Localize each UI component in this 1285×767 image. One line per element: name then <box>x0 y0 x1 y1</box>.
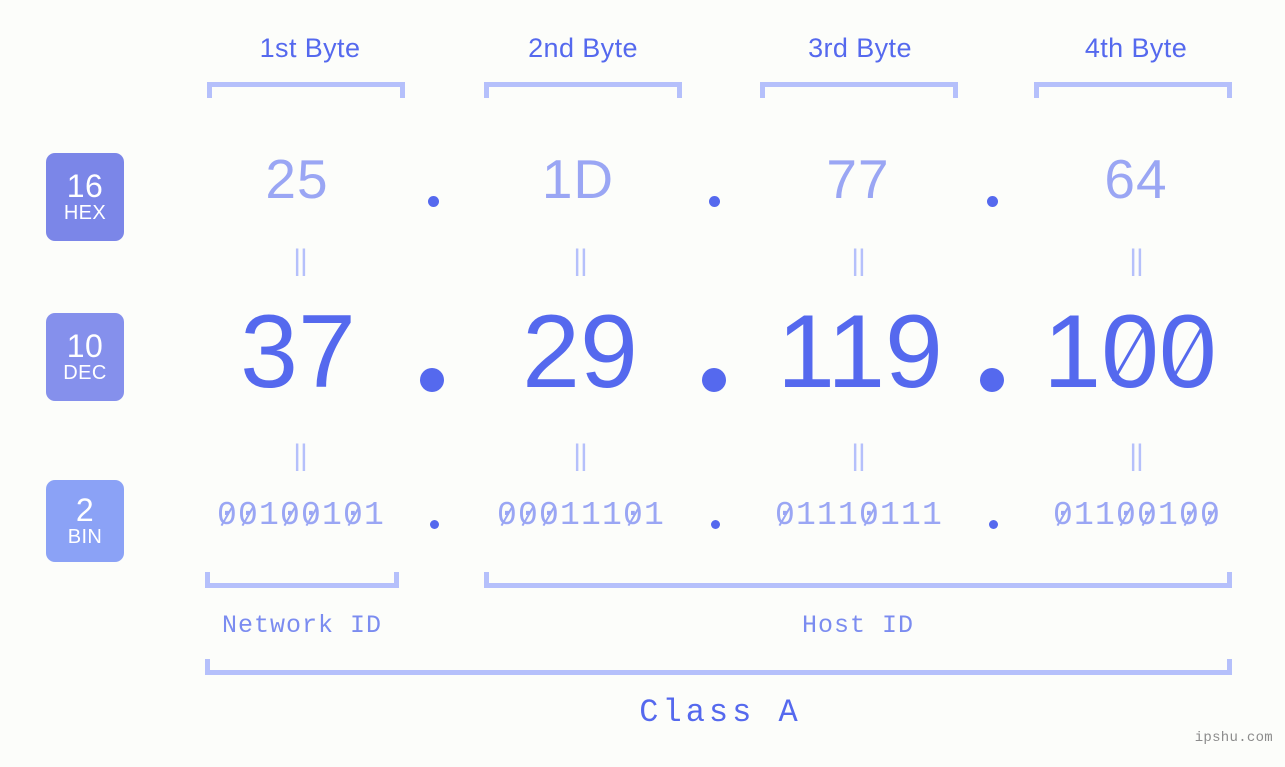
radix-badge-dec-number: 10 <box>66 327 104 364</box>
byte-bracket-4 <box>1034 82 1232 98</box>
network-id-bracket <box>205 572 399 588</box>
bin-separator-dot-1 <box>430 520 439 529</box>
site-watermark: ipshu.com <box>1194 730 1273 746</box>
radix-badge-bin-number: 2 <box>75 491 95 528</box>
radix-badge-hex[interactable]: 16 HEX <box>46 153 124 241</box>
dec-octet-2: 29 <box>522 294 638 410</box>
host-id-bracket <box>484 572 1232 588</box>
byte-header-4: 4th Byte <box>1084 33 1188 63</box>
bin-octet-2: 00011101 <box>496 497 666 534</box>
bin-octet-1: 00100101 <box>216 497 386 534</box>
byte-header-2: 2nd Byte <box>528 33 638 63</box>
bin-separator-dot-3 <box>989 520 998 529</box>
byte-bracket-2 <box>484 82 682 98</box>
dec-separator-dot-1 <box>420 368 444 392</box>
byte-bracket-3 <box>760 82 958 98</box>
byte-bracket-1 <box>207 82 405 98</box>
hex-octet-1: 25 <box>265 148 329 210</box>
dec-separator-dot-3 <box>980 368 1004 392</box>
equals-marker-dec-bin-1: || <box>293 439 308 472</box>
dec-octet-4: 100 <box>1043 294 1217 410</box>
class-bracket <box>205 659 1232 675</box>
hex-octet-3: 77 <box>826 148 890 210</box>
hex-separator-dot-2 <box>709 196 720 207</box>
radix-badge-dec[interactable]: 10 DEC <box>46 313 124 401</box>
equals-marker-hex-dec-3: || <box>851 244 866 277</box>
equals-marker-hex-dec-4: || <box>1129 244 1144 277</box>
equals-marker-dec-bin-2: || <box>573 439 588 472</box>
radix-badge-dec-name: DEC <box>63 361 107 384</box>
byte-header-1: 1st Byte <box>259 33 361 63</box>
dec-octet-3: 119 <box>777 294 943 410</box>
equals-marker-dec-bin-4: || <box>1129 439 1144 472</box>
radix-badge-hex-name: HEX <box>63 201 107 224</box>
equals-marker-dec-bin-3: || <box>851 439 866 472</box>
radix-badge-bin[interactable]: 2 BIN <box>46 480 124 562</box>
class-label: Class A <box>639 694 802 731</box>
radix-badge-hex-number: 16 <box>66 167 104 204</box>
bin-octet-3: 01110111 <box>774 497 944 534</box>
equals-marker-hex-dec-2: || <box>573 244 588 277</box>
equals-marker-hex-dec-1: || <box>293 244 308 277</box>
radix-badge-bin-name: BIN <box>67 525 103 548</box>
host-id-label: Host ID <box>801 611 915 640</box>
bin-separator-dot-2 <box>711 520 720 529</box>
hex-octet-4: 64 <box>1104 148 1168 210</box>
hex-octet-2: 1D <box>541 148 615 210</box>
ip-address-breakdown-diagram: 1st Byte 2nd Byte 3rd Byte 4th Byte 16 H… <box>0 0 1285 767</box>
dec-separator-dot-2 <box>702 368 726 392</box>
bin-octet-4: 01100100 <box>1052 497 1222 534</box>
hex-separator-dot-3 <box>987 196 998 207</box>
network-id-label: Network ID <box>221 611 383 640</box>
dec-octet-1: 37 <box>240 294 356 410</box>
hex-separator-dot-1 <box>428 196 439 207</box>
byte-header-3: 3rd Byte <box>808 33 912 63</box>
